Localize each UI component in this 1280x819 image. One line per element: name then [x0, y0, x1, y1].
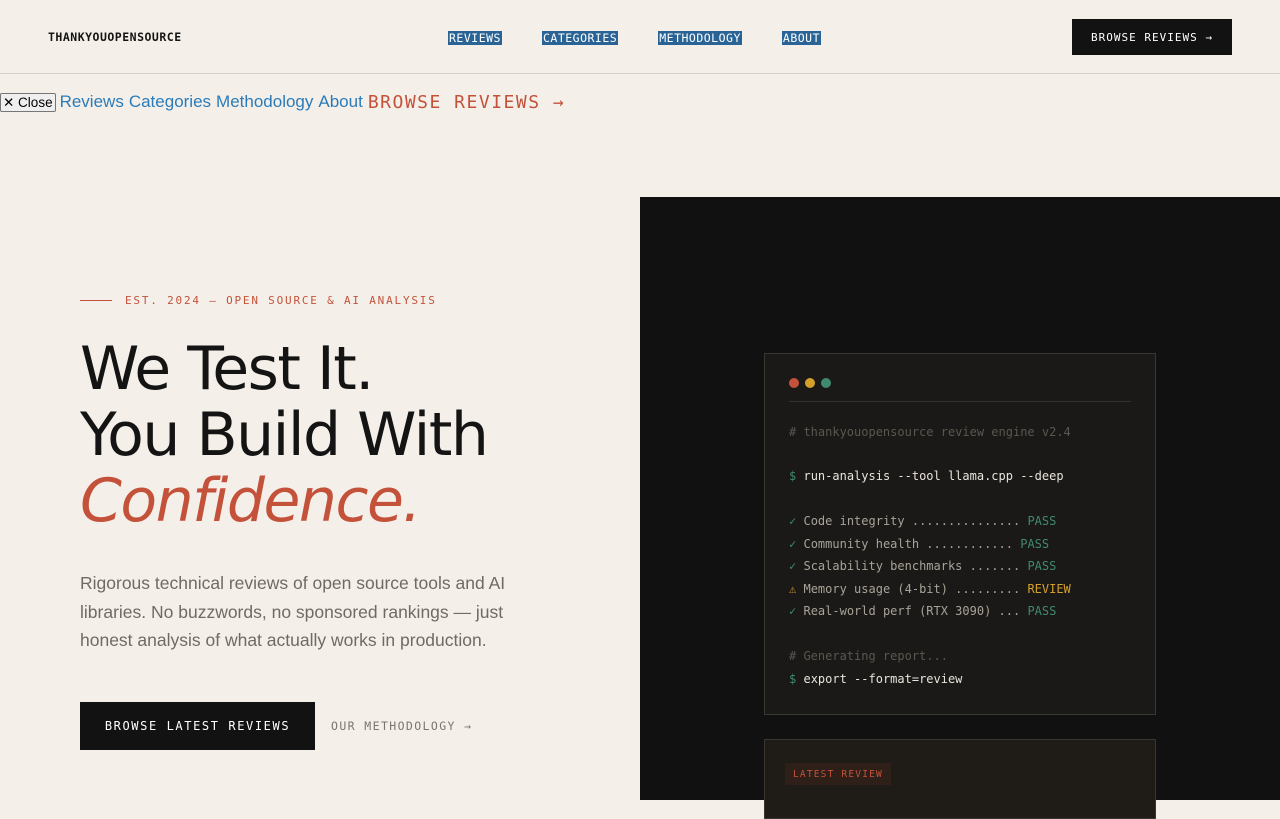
command-text: run-analysis --tool llama.cpp --deep — [803, 469, 1064, 483]
terminal-window: # thankyouopensource review engine v2.4 … — [764, 353, 1156, 715]
check-label: Code integrity ............... — [803, 514, 1028, 528]
close-dot-icon — [789, 378, 799, 388]
mobile-link-reviews[interactable]: Reviews — [60, 92, 124, 112]
eyebrow-text: EST. 2024 — OPEN SOURCE & AI ANALYSIS — [125, 294, 437, 307]
check-label: Real-world perf (RTX 3090) ... — [803, 604, 1028, 618]
mobile-link-categories[interactable]: Categories — [129, 92, 211, 112]
main-nav: REVIEWS CATEGORIES METHODOLOGY ABOUT — [448, 31, 861, 45]
prompt-symbol: $ — [789, 672, 797, 686]
hero-headline: We Test It. You Build With Confidence. — [80, 334, 489, 536]
mobile-link-methodology[interactable]: Methodology — [216, 92, 313, 112]
mobile-menu: ✕ Close Reviews Categories Methodology A… — [0, 90, 565, 114]
hero-eyebrow: EST. 2024 — OPEN SOURCE & AI ANALYSIS — [80, 294, 437, 307]
terminal-command: $ run-analysis --tool llama.cpp --deep — [789, 469, 1064, 483]
headline-line-2: You Build With — [80, 400, 489, 470]
mobile-menu-close-button[interactable]: ✕ Close — [0, 92, 56, 112]
check-icon: ✓ — [789, 537, 797, 551]
header-browse-reviews-button[interactable]: BROWSE REVIEWS → — [1072, 19, 1232, 55]
check-row: ✓ Community health ............ PASS — [789, 537, 1049, 551]
browse-latest-reviews-button[interactable]: BROWSE LATEST REVIEWS — [80, 702, 315, 750]
mobile-link-about[interactable]: About — [318, 92, 362, 112]
check-status: PASS — [1027, 559, 1057, 573]
check-icon: ✓ — [789, 604, 797, 618]
site-logo[interactable]: THANKYOUOPENSOURCE — [48, 30, 182, 44]
nav-reviews[interactable]: REVIEWS — [448, 31, 502, 45]
nav-methodology[interactable]: METHODOLOGY — [658, 31, 742, 45]
mobile-browse-reviews-link[interactable]: BROWSE REVIEWS → — [368, 92, 565, 113]
check-row: ✓ Code integrity ............... PASS — [789, 514, 1056, 528]
check-icon: ✓ — [789, 559, 797, 573]
nav-categories[interactable]: CATEGORIES — [541, 31, 619, 45]
check-icon: ✓ — [789, 514, 797, 528]
check-label: Scalability benchmarks ....... — [803, 559, 1028, 573]
latest-review-card[interactable]: LATEST REVIEW — [764, 739, 1156, 819]
check-row: ✓ Scalability benchmarks ....... PASS — [789, 559, 1056, 573]
window-controls — [789, 378, 837, 388]
minimize-dot-icon — [805, 378, 815, 388]
eyebrow-line — [80, 300, 112, 301]
maximize-dot-icon — [821, 378, 831, 388]
check-status: PASS — [1027, 514, 1057, 528]
headline-accent: Confidence. — [80, 466, 421, 536]
latest-review-tag: LATEST REVIEW — [785, 763, 891, 785]
check-status: PASS — [1027, 604, 1057, 618]
check-status: PASS — [1020, 537, 1050, 551]
check-label: Community health ............ — [803, 537, 1021, 551]
warning-icon: ⚠ — [789, 582, 797, 596]
check-status: REVIEW — [1027, 582, 1071, 596]
hero-subtext: Rigorous technical reviews of open sourc… — [80, 573, 506, 650]
command-text: export --format=review — [803, 672, 963, 686]
terminal-comment: # Generating report... — [789, 649, 948, 663]
hero-visual-panel: # thankyouopensource review engine v2.4 … — [640, 197, 1280, 819]
terminal-comment: # thankyouopensource review engine v2.4 — [789, 425, 1071, 439]
nav-about[interactable]: ABOUT — [781, 31, 822, 45]
check-row: ⚠ Memory usage (4-bit) ......... REVIEW — [789, 582, 1071, 596]
terminal-divider — [789, 401, 1131, 402]
check-label: Memory usage (4-bit) ......... — [803, 582, 1028, 596]
check-row: ✓ Real-world perf (RTX 3090) ... PASS — [789, 604, 1056, 618]
headline-line-1: We Test It. — [80, 334, 374, 404]
terminal-command: $ export --format=review — [789, 672, 962, 686]
site-header: THANKYOUOPENSOURCE REVIEWS CATEGORIES ME… — [0, 0, 1280, 74]
our-methodology-link[interactable]: OUR METHODOLOGY → — [331, 719, 473, 733]
prompt-symbol: $ — [789, 469, 797, 483]
